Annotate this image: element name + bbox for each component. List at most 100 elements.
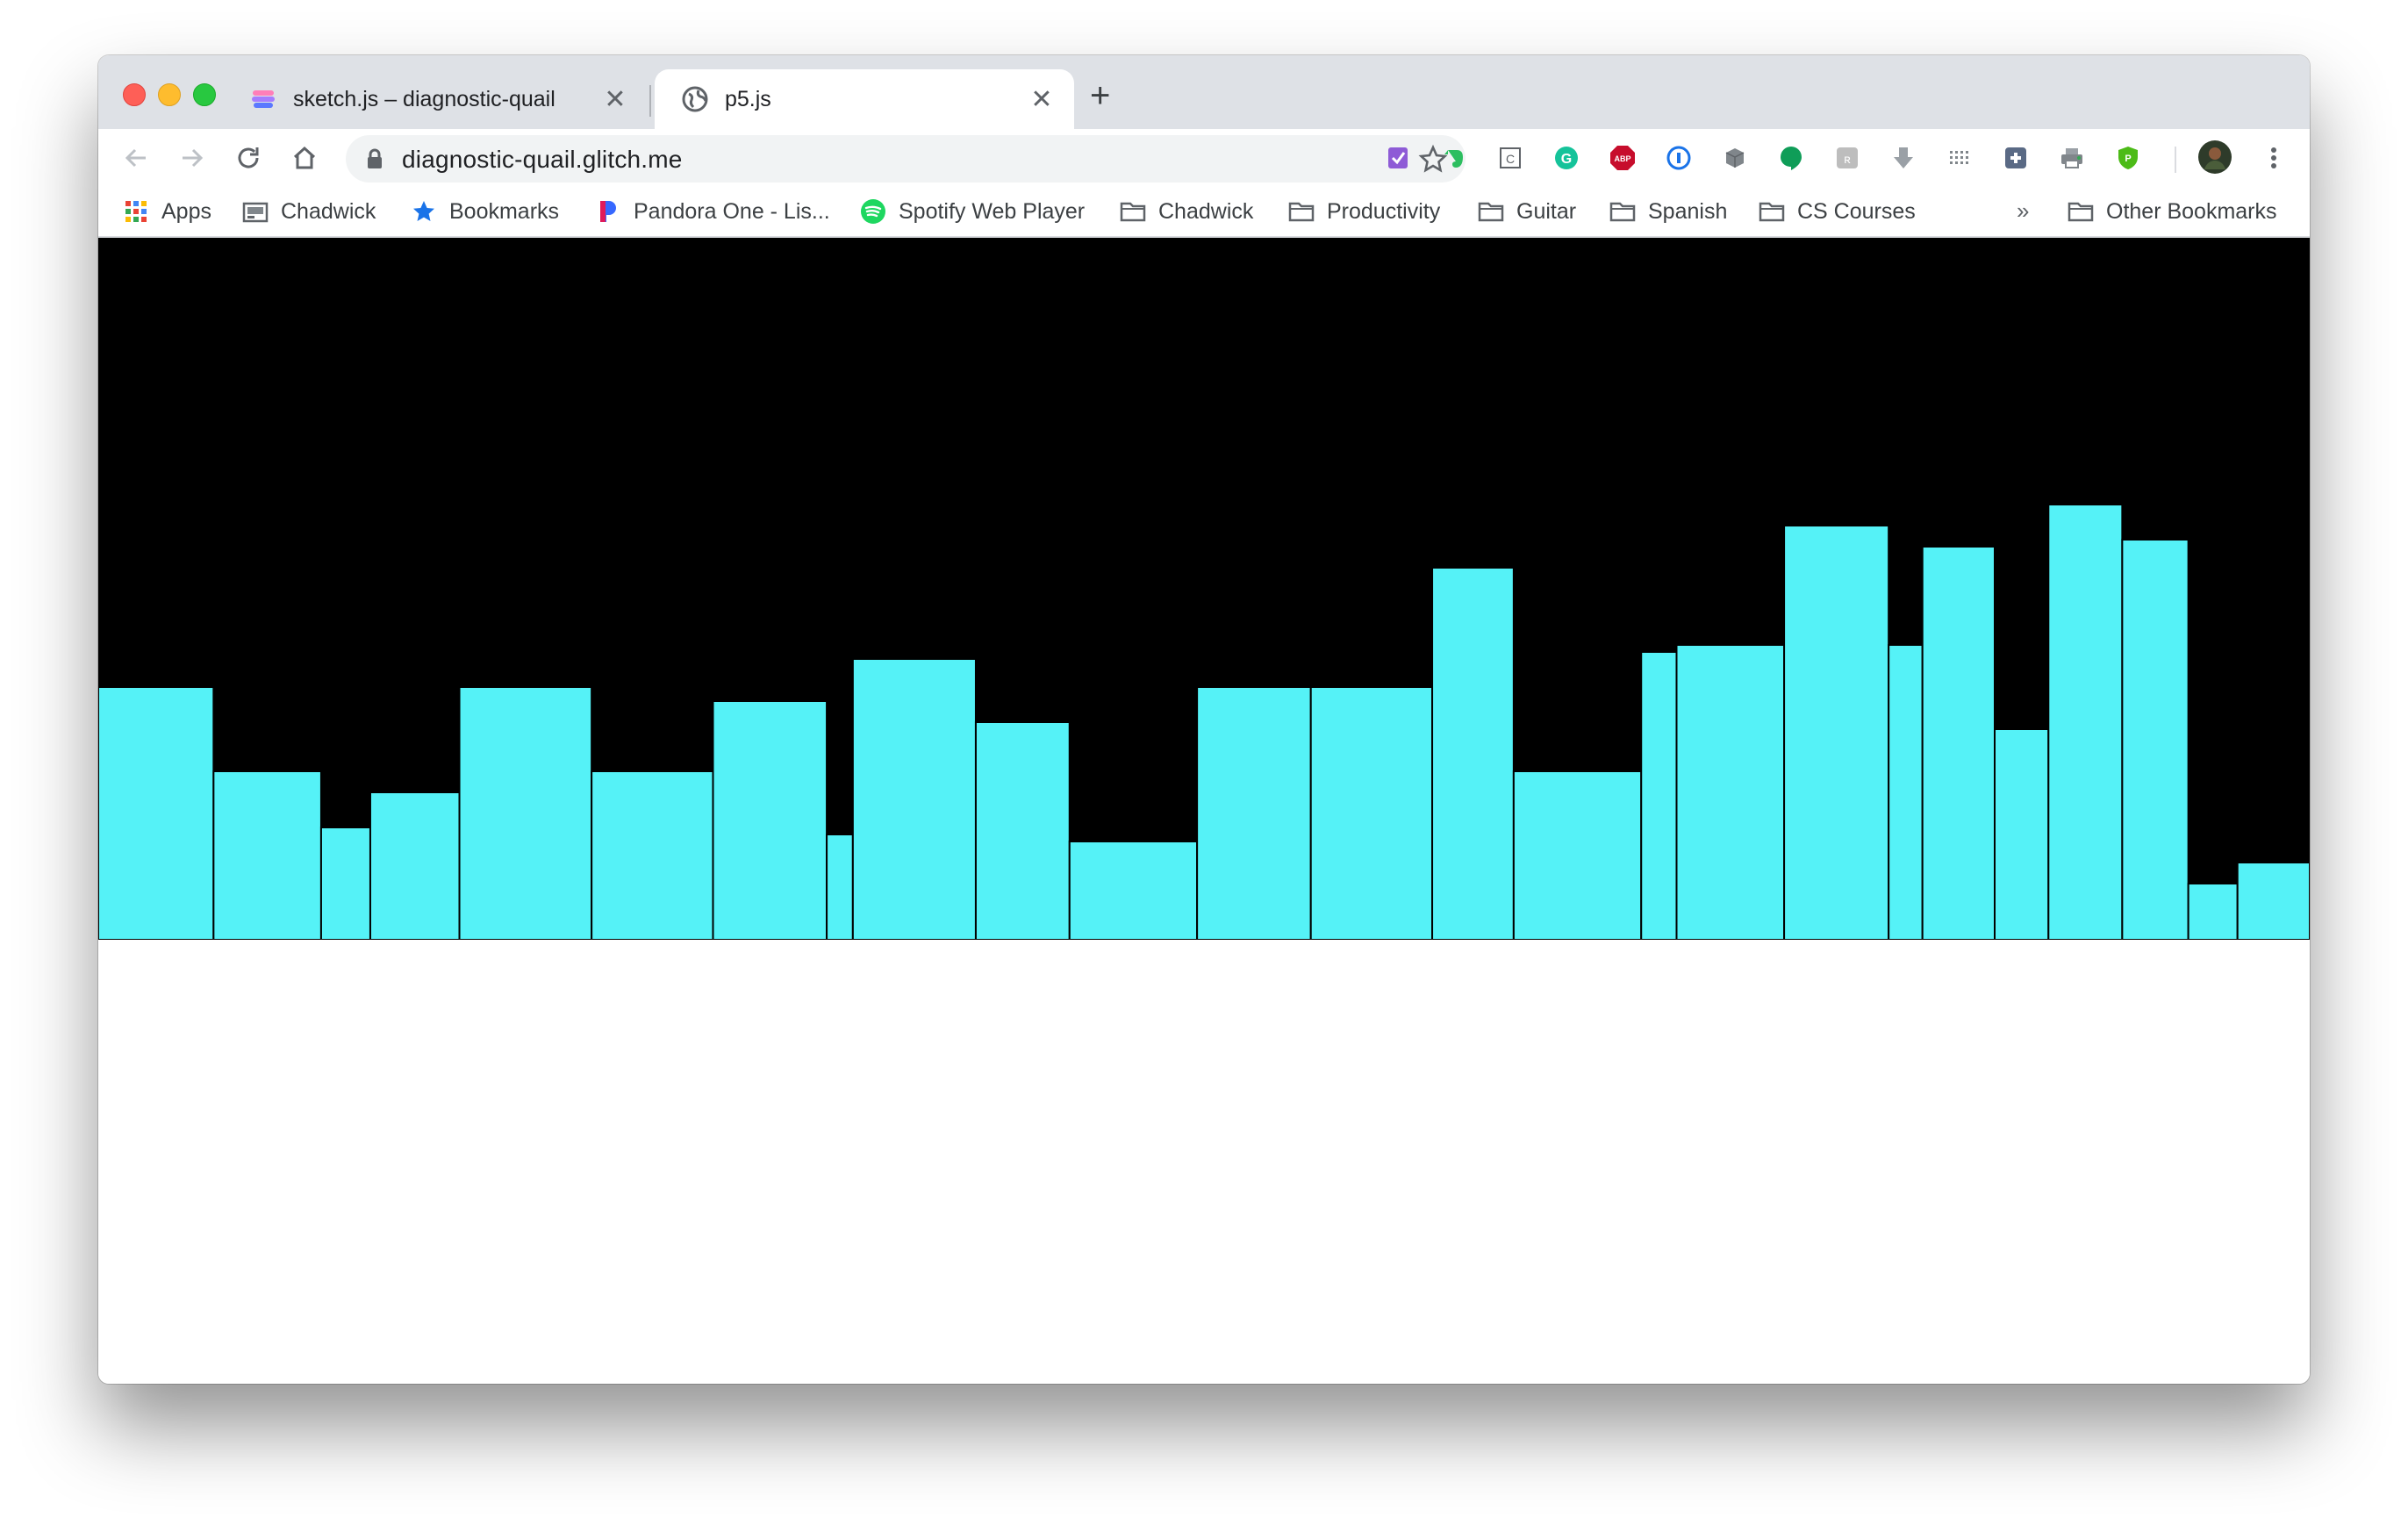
window-close-button[interactable] [123,83,146,106]
bar [1431,567,1515,940]
bookmark-label: CS Courses [1797,198,1916,224]
adblock-plus-icon[interactable]: ABP [1606,141,1639,175]
bar [2121,539,2189,940]
reload-button[interactable] [230,140,267,176]
tab-separator [649,85,651,117]
tab-sketch[interactable]: sketch.js – diagnostic-quail ✕ [223,69,648,129]
bookmark-folder-chadwick[interactable]: Chadwick [1120,194,1253,229]
close-tab-icon[interactable]: ✕ [602,84,628,115]
classroom-icon [242,198,269,225]
toolbar-divider [2175,147,2176,173]
bar [1783,525,1890,940]
hangouts-icon[interactable] [1774,141,1808,175]
bar [2047,504,2124,940]
bar [369,791,461,940]
bar [212,770,322,940]
url-text: diagnostic-quail.glitch.me [402,146,683,173]
bookmark-label: Chadwick [1158,198,1254,224]
bar [2236,862,2310,940]
bookmark-pandora[interactable]: Pandora One - Lis... [595,194,830,229]
feedly-icon[interactable]: ʀ [1831,141,1864,175]
bookmarks-overflow-chevron[interactable]: » [2017,197,2029,225]
bar [974,721,1071,940]
bar-visualization [98,504,2310,940]
folder-icon [1759,198,1785,225]
evernote-icon[interactable] [1437,141,1471,175]
close-tab-icon[interactable]: ✕ [1028,84,1055,115]
bar [1068,841,1199,940]
bookmark-apps[interactable]: Apps [123,194,211,229]
svg-text:G: G [1561,152,1572,167]
folder-icon [1120,198,1146,225]
bookmark-label: Other Bookmarks [2106,198,2277,224]
bar [1888,644,1924,940]
bar [826,834,854,940]
reload-icon [238,147,259,168]
bar [2187,883,2239,940]
folder-icon [2068,198,2094,225]
bar [1196,686,1312,940]
svg-text:ABP: ABP [1614,154,1630,163]
globe-icon [681,85,709,113]
bar [319,827,371,940]
new-tab-button[interactable]: + [1090,78,1110,113]
forward-button[interactable] [174,140,211,176]
tab-title: p5.js [725,86,771,111]
grammarly-icon[interactable]: G [1550,141,1583,175]
svg-text:P: P [2125,154,2131,164]
bar [1309,686,1434,940]
toolbar: diagnostic-quail.glitch.me C G ABP ʀ P [98,129,2310,187]
bookmark-bookmarks[interactable]: Bookmarks [411,194,559,229]
bar [1640,651,1678,940]
bar [1512,770,1643,940]
bookmark-label: Spanish [1648,198,1728,224]
page-content [98,238,2310,1384]
onepassword-icon[interactable] [1662,141,1695,175]
bookmark-folder-guitar[interactable]: Guitar [1478,194,1576,229]
bookmark-label: Bookmarks [449,198,560,224]
menu-kebab-icon[interactable] [2257,141,2290,175]
bookmark-folder-spanish[interactable]: Spanish [1609,194,1727,229]
bookmark-spotify[interactable]: Spotify Web Player [860,194,1085,229]
bookmark-label: Spotify Web Player [899,198,1086,224]
bar [1921,546,1996,940]
grid-icon[interactable] [1943,141,1976,175]
bookmark-label: Pandora One - Lis... [634,198,830,224]
apps-grid-icon [123,198,149,225]
browser-window: sketch.js – diagnostic-quail ✕ p5.js ✕ + [98,55,2310,1384]
bookmark-chadwick[interactable]: Chadwick [242,194,376,229]
folder-icon [1478,198,1504,225]
bar [458,686,593,940]
bar [712,700,828,940]
bar [591,770,714,940]
svg-text:ʀ: ʀ [1844,152,1851,166]
window-minimize-button[interactable] [158,83,181,106]
bar [1994,728,2050,940]
tab-p5js[interactable]: p5.js ✕ [655,69,1074,129]
bookmark-folder-cs-courses[interactable]: CS Courses [1759,194,1916,229]
p5-canvas [98,238,2310,940]
bookmark-label: Apps [161,198,211,224]
spotify-icon [860,198,886,225]
profile-avatar[interactable] [2196,138,2234,176]
cube-icon[interactable] [1718,141,1752,175]
forward-arrow-icon [183,148,204,168]
window-maximize-button[interactable] [193,83,216,106]
lock-icon [365,148,384,174]
bookmark-label: Productivity [1327,198,1441,224]
tab-title: sketch.js – diagnostic-quail [293,86,555,111]
bar [98,686,215,940]
back-arrow-icon [125,148,146,168]
download-icon[interactable] [1887,141,1920,175]
back-button[interactable] [118,140,154,176]
shield-icon[interactable]: P [2111,141,2145,175]
address-bar[interactable]: diagnostic-quail.glitch.me [346,135,1466,183]
clipboard-icon[interactable]: C [1494,141,1527,175]
bookmark-folder-other[interactable]: Other Bookmarks [2068,194,2277,229]
bookmark-folder-productivity[interactable]: Productivity [1288,194,1440,229]
puzzle-icon[interactable] [1999,141,2032,175]
home-button[interactable] [286,140,323,176]
print-icon[interactable] [2055,141,2089,175]
bookmarks-bar: Apps Chadwick Bookmarks Pandora One - Li… [98,187,2310,238]
onenote-clipper-icon[interactable] [1381,141,1415,175]
